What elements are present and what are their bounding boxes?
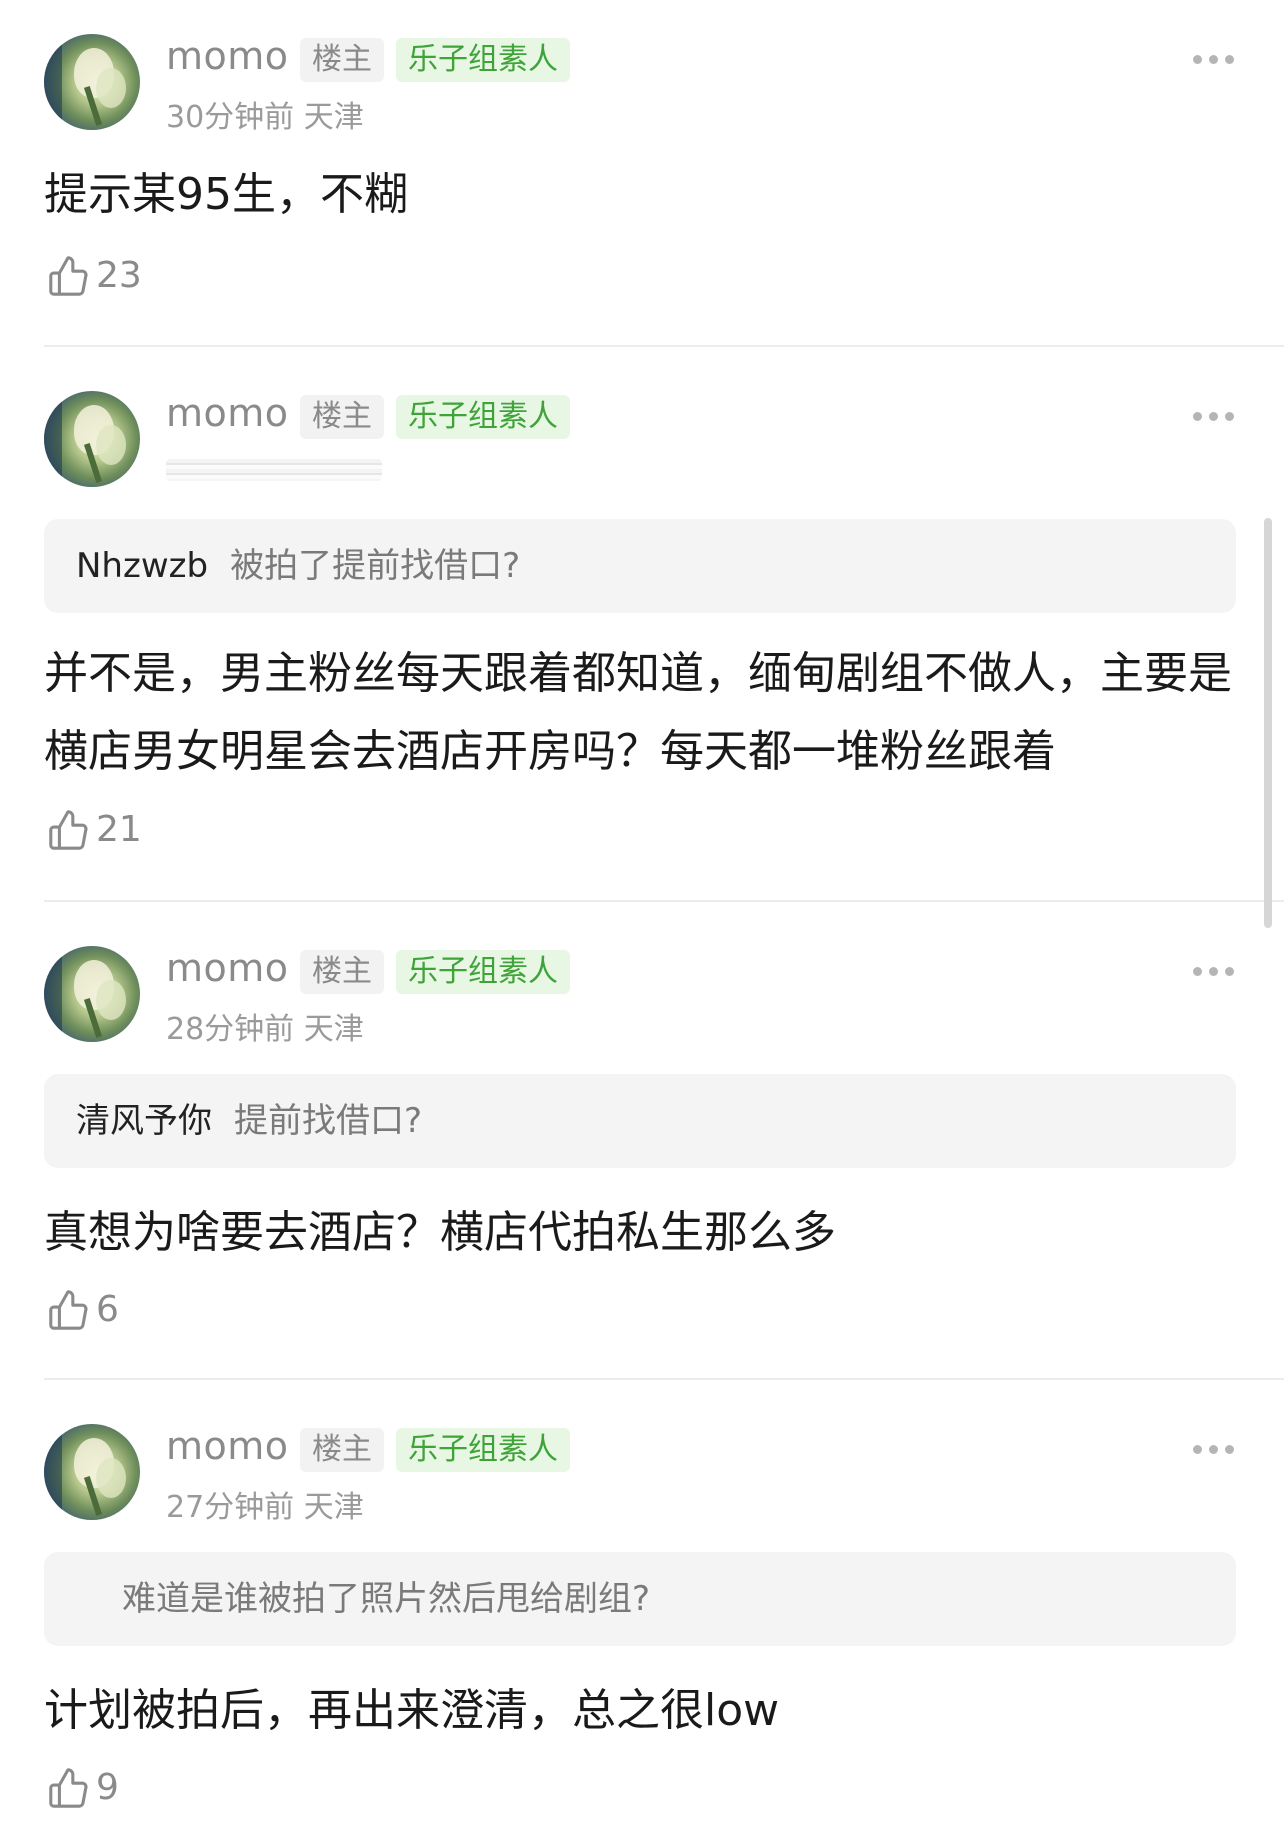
comment-meta: 27分钟前 天津 [166, 1490, 364, 1525]
comment-text: 真想为啥要去酒店？横店代拍私生那么多 [44, 1207, 836, 1258]
avatar[interactable] [44, 946, 140, 1042]
quoted-user: 清风予你 [76, 1101, 212, 1141]
thumbs-up-icon [49, 1290, 88, 1330]
op-badge: 楼主 [300, 38, 384, 82]
op-badge: 楼主 [300, 1428, 384, 1472]
username[interactable]: momo [166, 946, 289, 990]
like-count: 23 [96, 254, 142, 296]
group-badge: 乐子组素人 [396, 38, 570, 82]
like-count: 21 [96, 808, 142, 850]
group-badge: 乐子组素人 [396, 395, 570, 439]
avatar[interactable] [44, 391, 140, 487]
like-count: 9 [96, 1766, 119, 1808]
op-badge: 楼主 [300, 950, 384, 994]
quoted-text: 难道是谁被拍了照片然后甩给剧组? [122, 1579, 651, 1619]
comment-meta: 30分钟前 天津 [166, 100, 364, 135]
group-badge: 乐子组素人 [396, 950, 570, 994]
like-button[interactable]: 21 [46, 806, 142, 852]
comment-text: 并不是，男主粉丝每天跟着都知道，缅甸剧组不做人，主要是横店男女明星会去酒店开房吗… [44, 648, 1232, 777]
comment-text: 提示某95生，不糊 [44, 169, 408, 220]
username[interactable]: momo [166, 1424, 289, 1468]
like-button[interactable]: 9 [46, 1764, 119, 1810]
op-badge: 楼主 [300, 395, 384, 439]
username[interactable]: momo [166, 34, 289, 78]
avatar[interactable] [44, 1424, 140, 1520]
quoted-reply[interactable]: 清风予你 提前找借口? [44, 1074, 1236, 1168]
username[interactable]: momo [166, 391, 289, 435]
quoted-user: Nhzwzb [76, 546, 209, 586]
like-button[interactable]: 6 [46, 1286, 119, 1332]
divider [44, 900, 1284, 902]
more-dots-icon[interactable] [1193, 55, 1234, 64]
thumbs-up-icon [49, 810, 88, 850]
thumbs-up-icon [49, 1768, 88, 1808]
divider [44, 345, 1284, 347]
comment-text: 计划被拍后，再出来澄清，总之很low [44, 1685, 780, 1736]
like-count: 6 [96, 1288, 119, 1330]
quoted-reply[interactable]: Nhzwzb 被拍了提前找借口? [44, 519, 1236, 613]
group-badge: 乐子组素人 [396, 1428, 570, 1472]
comment-meta: 28分钟前 天津 [166, 1012, 364, 1047]
thumbs-up-icon [49, 256, 88, 296]
quoted-text: 被拍了提前找借口? [230, 546, 521, 586]
like-button[interactable]: 23 [46, 252, 142, 298]
more-dots-icon[interactable] [1193, 412, 1234, 421]
quoted-reply[interactable]: 难道是谁被拍了照片然后甩给剧组? [44, 1552, 1236, 1646]
quoted-text: 提前找借口? [234, 1101, 423, 1141]
more-dots-icon[interactable] [1193, 1445, 1234, 1454]
divider [44, 1378, 1284, 1380]
comment-meta-obscured [166, 459, 382, 481]
avatar[interactable] [44, 34, 140, 130]
scrollbar[interactable] [1264, 518, 1272, 928]
more-dots-icon[interactable] [1193, 967, 1234, 976]
